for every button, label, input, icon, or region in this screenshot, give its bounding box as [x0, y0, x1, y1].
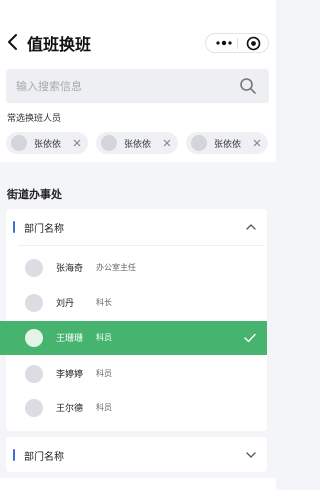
department-name[interactable]: 部门名称 [24, 448, 64, 463]
avatar [25, 365, 43, 383]
check-icon [244, 333, 256, 343]
avatar [191, 135, 207, 151]
frequent-chip[interactable]: 张依依 [6, 132, 88, 154]
member-row-selected[interactable]: 王珊珊 科员 [0, 321, 267, 355]
member-role: 科员 [96, 369, 112, 378]
avatar [25, 259, 43, 277]
search-area: 常选换班人员 张依依 张依依 张依依 [0, 62, 276, 162]
close-icon[interactable] [72, 138, 82, 148]
capsule-divider [237, 38, 238, 49]
search-input[interactable] [16, 77, 226, 95]
search-icon[interactable] [239, 77, 257, 95]
department-card: 部门名称 张海奇 办公室主任 刘丹 科长 王珊珊 科员 李婷婷 科员 王尔德 科… [0, 209, 267, 431]
member-row[interactable]: 王尔德 科员 [6, 391, 267, 425]
chip-name: 张依依 [124, 140, 152, 150]
department-accent-bar [13, 449, 15, 461]
frequent-chip[interactable]: 张依依 [186, 132, 268, 154]
mini-program-capsule [205, 33, 269, 53]
avatar [101, 135, 117, 151]
close-icon[interactable] [162, 138, 172, 148]
chip-name: 张依依 [34, 140, 62, 150]
avatar [25, 329, 43, 347]
chevron-down-icon[interactable] [245, 449, 257, 461]
more-icon[interactable] [214, 34, 234, 52]
department-accent-bar [13, 221, 15, 233]
member-row[interactable]: 李婷婷 科员 [6, 357, 267, 391]
member-name: 王尔德 [56, 404, 84, 414]
department-name[interactable]: 部门名称 [24, 220, 64, 235]
section-title: 街道办事处 [7, 188, 62, 201]
frequent-chip[interactable]: 张依依 [96, 132, 178, 154]
member-row[interactable]: 张海奇 办公室主任 [6, 251, 267, 285]
nav-bar: 值班换班 [0, 0, 276, 62]
chevron-up-icon[interactable] [245, 221, 257, 233]
frequent-label: 常选换班人员 [7, 114, 62, 124]
member-name: 李婷婷 [56, 370, 84, 380]
member-role: 科员 [96, 403, 112, 412]
chip-name: 张依依 [214, 140, 242, 150]
member-role: 办公室主任 [96, 263, 136, 272]
avatar [25, 294, 43, 312]
member-name: 张海奇 [56, 264, 84, 274]
target-icon[interactable] [245, 35, 262, 52]
member-role: 科长 [96, 298, 112, 307]
avatar [25, 399, 43, 417]
page-title: 值班换班 [27, 35, 92, 54]
close-icon[interactable] [252, 138, 262, 148]
department-card[interactable]: 部门名称 [6, 437, 267, 472]
member-name: 刘丹 [56, 299, 75, 309]
search-bar [6, 69, 269, 103]
bottom-edge [0, 478, 276, 490]
divider [18, 245, 263, 246]
avatar [11, 135, 27, 151]
member-name: 王珊珊 [56, 334, 84, 344]
back-icon[interactable] [6, 33, 20, 51]
member-role: 科员 [96, 333, 112, 342]
member-row[interactable]: 刘丹 科长 [6, 286, 267, 320]
